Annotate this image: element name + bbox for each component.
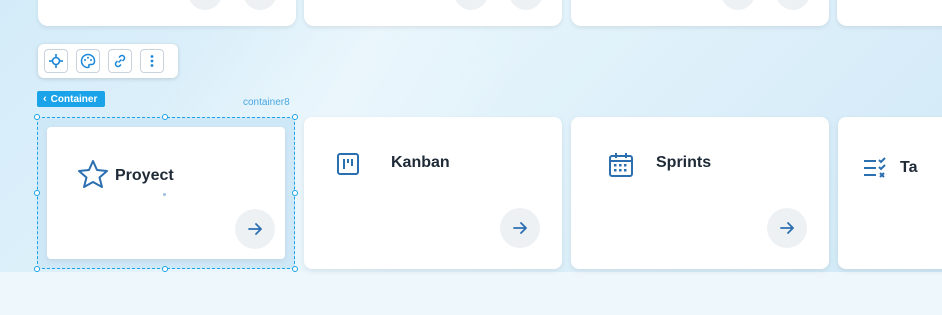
top-card-button[interactable]	[188, 0, 222, 10]
resize-handle[interactable]	[34, 266, 40, 272]
more-vertical-icon	[150, 55, 154, 67]
card-sprints[interactable]: Sprints	[571, 117, 829, 269]
palette-icon	[80, 53, 96, 69]
star-icon	[78, 160, 108, 188]
kanban-icon	[337, 153, 359, 175]
card-open-button[interactable]	[500, 208, 540, 248]
card-title: Proyect	[115, 167, 174, 184]
card-title: Sprints	[656, 154, 712, 171]
resize-handle[interactable]	[292, 114, 298, 120]
resize-handle[interactable]	[34, 114, 40, 120]
arrow-right-icon	[513, 222, 527, 234]
top-card-button[interactable]	[721, 0, 755, 10]
dot-marker	[163, 193, 166, 196]
top-card-4[interactable]	[837, 0, 942, 26]
container-label: Container	[50, 93, 98, 105]
card-title: Kanban	[391, 154, 450, 171]
card-title: Ta	[900, 159, 918, 176]
selected-container[interactable]: Proyect	[34, 114, 298, 272]
container-id: container8	[243, 97, 290, 108]
arrow-right-icon	[780, 222, 794, 234]
top-card-3[interactable]	[571, 0, 829, 26]
top-card-1[interactable]	[38, 0, 296, 26]
resize-handle[interactable]	[34, 190, 40, 196]
resize-handle[interactable]	[292, 266, 298, 272]
card-tasks[interactable]: Ta	[838, 117, 942, 269]
link-icon	[114, 54, 126, 68]
card-open-button[interactable]	[235, 209, 275, 249]
top-card-button[interactable]	[509, 0, 543, 10]
card-proyect[interactable]: Proyect	[47, 127, 285, 259]
top-card-2[interactable]	[304, 0, 562, 26]
checklist-icon	[864, 157, 886, 178]
resize-handle[interactable]	[162, 114, 168, 120]
calendar-icon	[609, 153, 633, 177]
link-button[interactable]	[108, 49, 132, 73]
more-options-button[interactable]	[140, 49, 164, 73]
top-card-button[interactable]	[776, 0, 810, 10]
container-breadcrumb[interactable]: ‹ Container	[37, 91, 106, 107]
top-card-button[interactable]	[243, 0, 277, 10]
style-button[interactable]	[76, 49, 100, 73]
card-kanban[interactable]: Kanban	[304, 117, 562, 269]
element-toolbar	[38, 44, 178, 78]
card-open-button[interactable]	[767, 208, 807, 248]
resize-handle[interactable]	[292, 190, 298, 196]
resize-handle[interactable]	[162, 266, 168, 272]
move-icon	[49, 54, 63, 68]
top-card-button[interactable]	[454, 0, 488, 10]
move-button[interactable]	[44, 49, 68, 73]
page-footer-area	[0, 272, 942, 315]
arrow-right-icon	[248, 223, 262, 235]
chevron-left-icon: ‹	[43, 93, 47, 105]
